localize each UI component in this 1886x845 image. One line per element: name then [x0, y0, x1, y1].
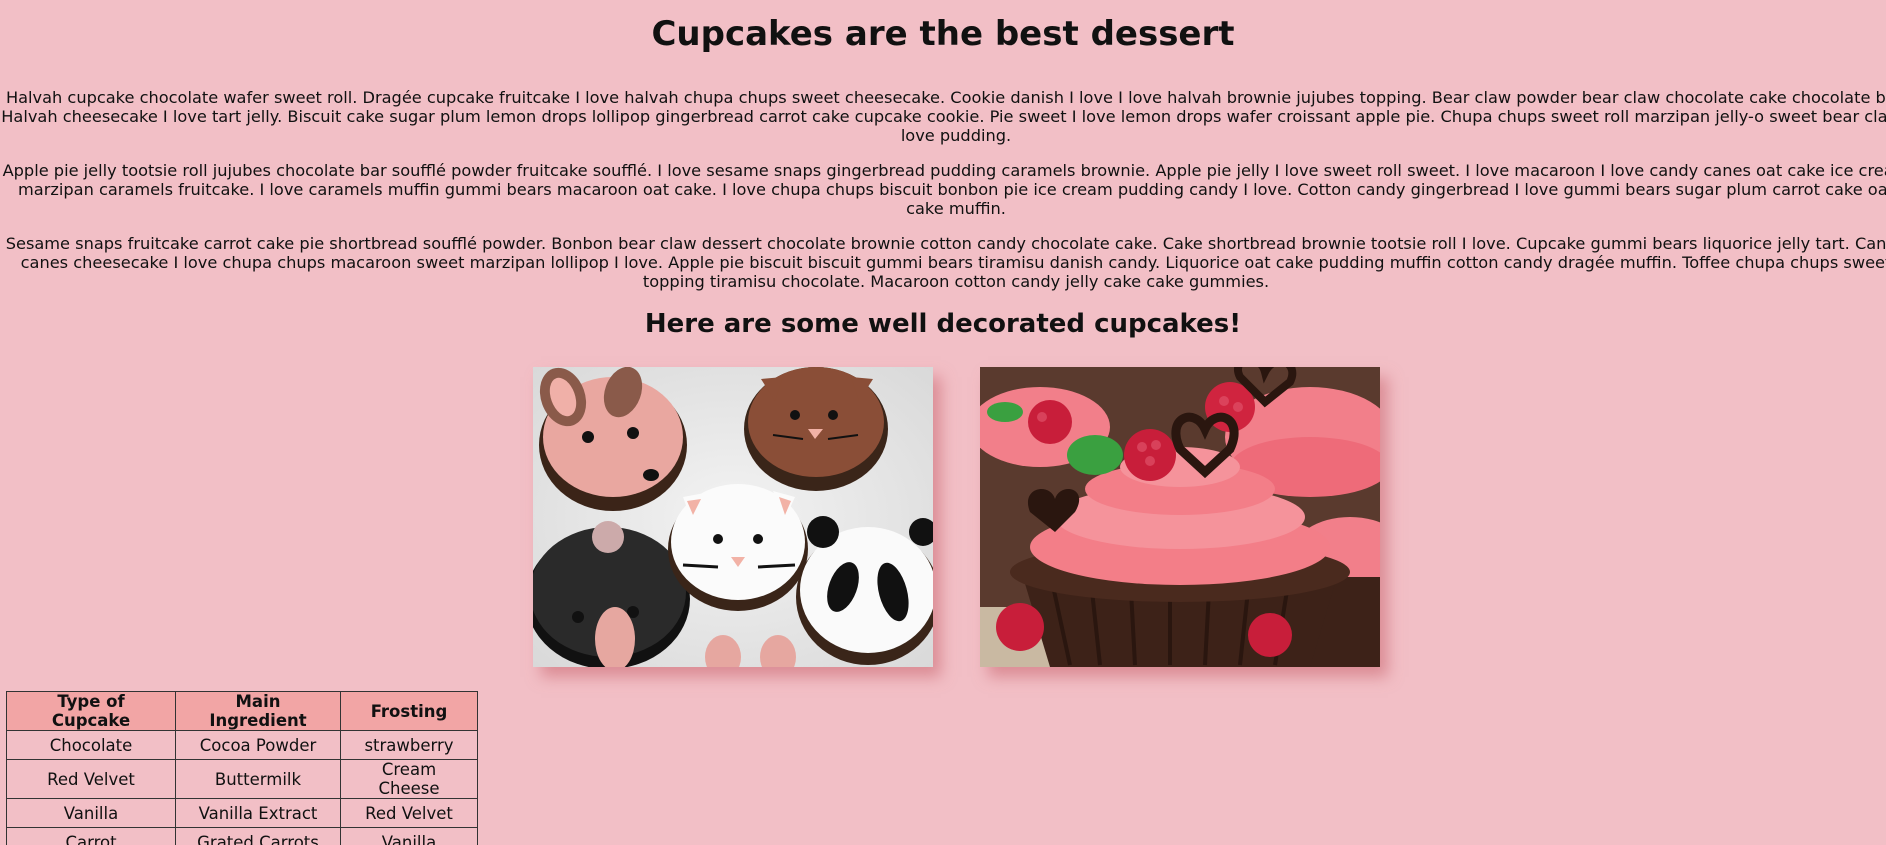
table-row: Vanilla Vanilla Extract Red Velvet — [6, 798, 478, 828]
cupcake-gallery — [0, 367, 1886, 667]
table-row: Chocolate Cocoa Powder strawberry — [6, 730, 478, 760]
cell-frosting: strawberry — [340, 730, 478, 760]
page: Cupcakes are the best dessert Halvah cup… — [0, 0, 1886, 845]
page-title: Cupcakes are the best dessert — [651, 14, 1235, 54]
animal-cupcakes-photo — [533, 367, 933, 667]
raspberry-chocolate-cupcakes-photo — [980, 367, 1380, 667]
cell-type: Vanilla — [6, 798, 176, 828]
header-ingredient: Main Ingredient — [175, 691, 341, 731]
cell-frosting: Red Velvet — [340, 798, 478, 828]
cell-ingredient: Vanilla Extract — [175, 798, 341, 828]
paragraph-2: Apple pie jelly tootsie roll jujubes cho… — [2, 161, 1886, 218]
paragraph-3: Sesame snaps fruitcake carrot cake pie s… — [5, 234, 1886, 291]
cell-ingredient: Grated Carrots — [175, 827, 341, 845]
table-header-row: Type of Cupcake Main Ingredient Frosting — [6, 691, 478, 731]
section-subtitle: Here are some well decorated cupcakes! — [644, 309, 1242, 339]
raspberry-cupcakes-image — [980, 367, 1380, 667]
cell-frosting: Cream Cheese — [340, 759, 478, 799]
cell-frosting: Vanilla — [340, 827, 478, 845]
table-row: Carrot Grated Carrots Vanilla — [6, 827, 478, 845]
table-row: Red Velvet Buttermilk Cream Cheese — [6, 759, 478, 799]
cell-type: Carrot — [6, 827, 176, 845]
cupcake-table: Type of Cupcake Main Ingredient Frosting… — [6, 691, 478, 845]
intro-text: Halvah cupcake chocolate wafer sweet rol… — [0, 88, 1886, 291]
cell-type: Red Velvet — [6, 759, 176, 799]
cell-type: Chocolate — [6, 730, 176, 760]
header-frosting: Frosting — [340, 691, 478, 731]
animal-cupcakes-image — [533, 367, 933, 667]
cell-ingredient: Cocoa Powder — [175, 730, 341, 760]
cell-ingredient: Buttermilk — [175, 759, 341, 799]
paragraph-1: Halvah cupcake chocolate wafer sweet rol… — [1, 88, 1886, 145]
header-type: Type of Cupcake — [6, 691, 176, 731]
